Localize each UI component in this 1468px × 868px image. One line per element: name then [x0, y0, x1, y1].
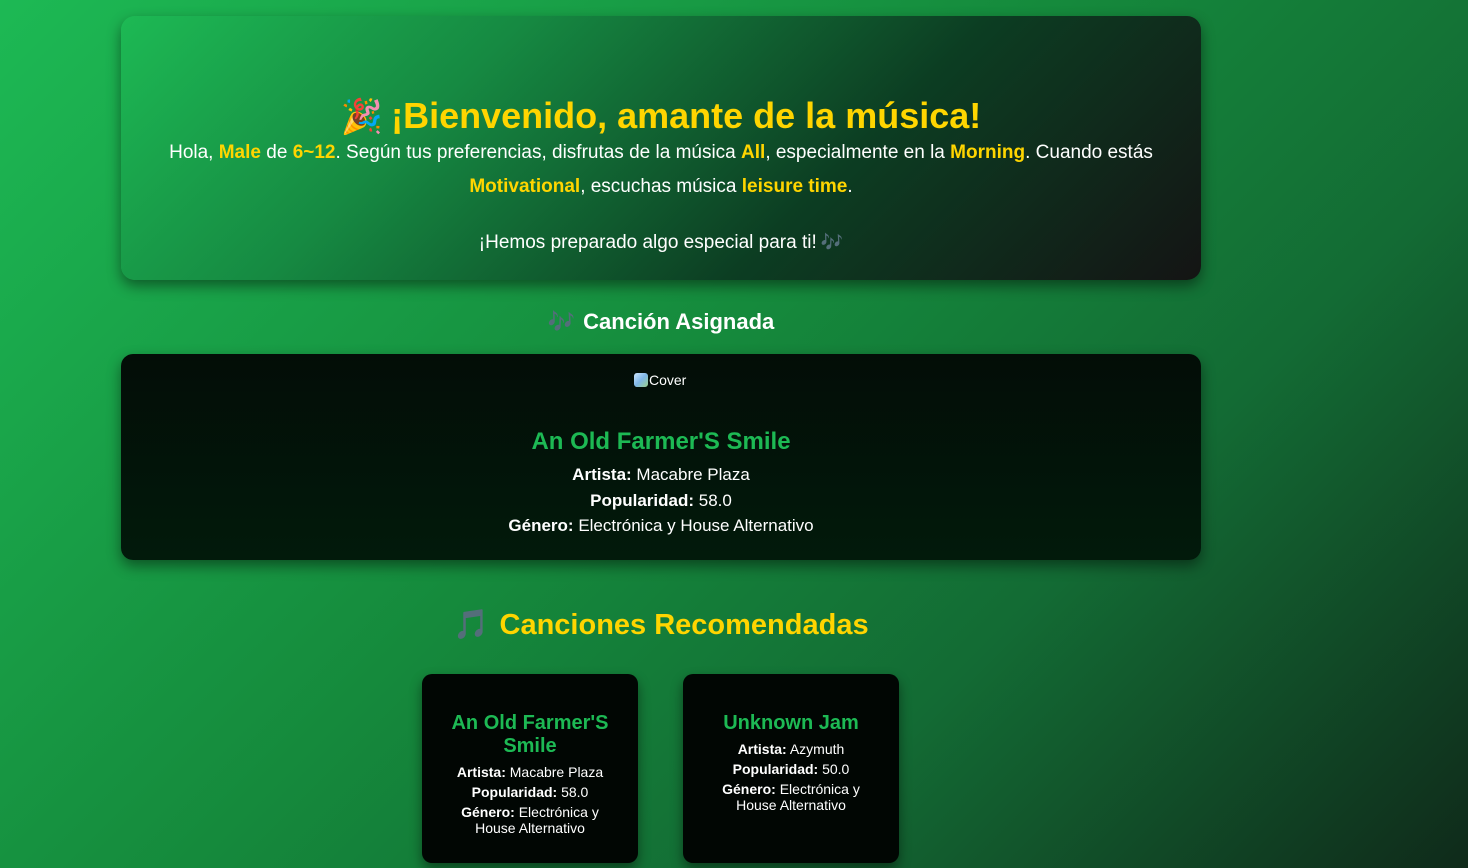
music-note-icon: 🎵	[453, 609, 490, 641]
special-message: ¡Hemos preparado algo especial para ti! 🎶	[121, 229, 1201, 256]
popularity-label: Popularidad:	[732, 761, 819, 777]
artist-value: Macabre Plaza	[636, 465, 750, 484]
popularity-value: 50.0	[822, 761, 850, 777]
intro-text: , escuchas música	[580, 176, 742, 197]
genre-label: Género:	[508, 516, 574, 535]
genre-pref-value: All	[741, 142, 766, 163]
artist-label: Artista:	[737, 741, 787, 757]
artist-label: Artista:	[456, 764, 506, 780]
song-title: An Old Farmer'S Smile	[451, 712, 609, 757]
song-title: Unknown Jam	[723, 712, 859, 734]
assigned-song-heading: 🎶 Canción Asignada	[121, 308, 1201, 336]
popularity-label: Popularidad:	[590, 491, 695, 510]
genre-line: Género: Electrónica y House Alternativo	[701, 781, 881, 813]
popularity-line: Popularidad: 58.0	[440, 784, 620, 801]
gender-value: Male	[218, 142, 261, 163]
broken-image-icon	[634, 373, 648, 387]
genre-value: Electrónica y House Alternativo	[578, 516, 814, 535]
welcome-intro: Hola, Male de 6~12. Según tus preferenci…	[161, 136, 1161, 204]
recommended-heading: 🎵 Canciones Recomendadas	[121, 607, 1201, 643]
artist-label: Artista:	[572, 465, 632, 484]
age-value: 6~12	[292, 142, 336, 163]
popularity-value: 58.0	[698, 491, 732, 510]
welcome-title-text: ¡Bienvenido, amante de la música!	[391, 95, 982, 136]
intro-text: .	[847, 176, 853, 197]
activity-value: leisure time	[741, 176, 848, 197]
popularity-line: Popularidad: 50.0	[701, 761, 881, 778]
intro-text: . Cuando estás	[1025, 142, 1153, 163]
artist-line: Artista: Azymuth	[701, 741, 881, 758]
cover-image: Cover	[634, 372, 686, 388]
intro-text: . Según tus preferencias, disfrutas de l…	[335, 142, 742, 163]
song-title: An Old Farmer'S Smile	[531, 428, 791, 455]
artist-line: Artista: Macabre Plaza	[440, 764, 620, 781]
intro-text: , especialmente en la	[765, 142, 951, 163]
genre-line: Género: Electrónica y House Alternativo	[440, 804, 620, 836]
party-popper-icon: 🎉	[340, 98, 384, 136]
intro-text: de	[260, 142, 293, 163]
welcome-title: 🎉 ¡Bienvenido, amante de la música!	[121, 94, 1201, 139]
genre-line: Género: Electrónica y House Alternativo	[121, 515, 1201, 537]
popularity-label: Popularidad:	[471, 784, 558, 800]
artist-value: Azymuth	[789, 741, 845, 757]
assigned-heading-text: Canción Asignada	[583, 309, 775, 334]
intro-text: Hola,	[169, 142, 219, 163]
music-notes-icon: 🎶	[547, 309, 576, 334]
welcome-banner: 🎉 ¡Bienvenido, amante de la música! Hola,…	[121, 16, 1201, 280]
music-notes-icon: 🎶	[820, 232, 844, 252]
special-text: ¡Hemos preparado algo especial para ti!	[478, 232, 817, 253]
recommended-song-card[interactable]: Unknown Jam Artista: Azymuth Popularidad…	[683, 674, 899, 863]
mood-value: Motivational	[469, 176, 581, 197]
recommended-song-card[interactable]: An Old Farmer'S Smile Artista: Macabre P…	[422, 674, 638, 863]
genre-label: Género:	[461, 804, 515, 820]
time-pref-value: Morning	[950, 142, 1026, 163]
popularity-line: Popularidad: 58.0	[121, 490, 1201, 512]
popularity-value: 58.0	[561, 784, 589, 800]
genre-label: Género:	[722, 781, 776, 797]
recommended-heading-text: Canciones Recomendadas	[499, 609, 869, 641]
artist-value: Macabre Plaza	[509, 764, 604, 780]
artist-line: Artista: Macabre Plaza	[121, 464, 1201, 486]
cover-alt-text: Cover	[649, 372, 687, 388]
assigned-song-card: Cover An Old Farmer'S Smile Artista: Mac…	[121, 354, 1201, 560]
